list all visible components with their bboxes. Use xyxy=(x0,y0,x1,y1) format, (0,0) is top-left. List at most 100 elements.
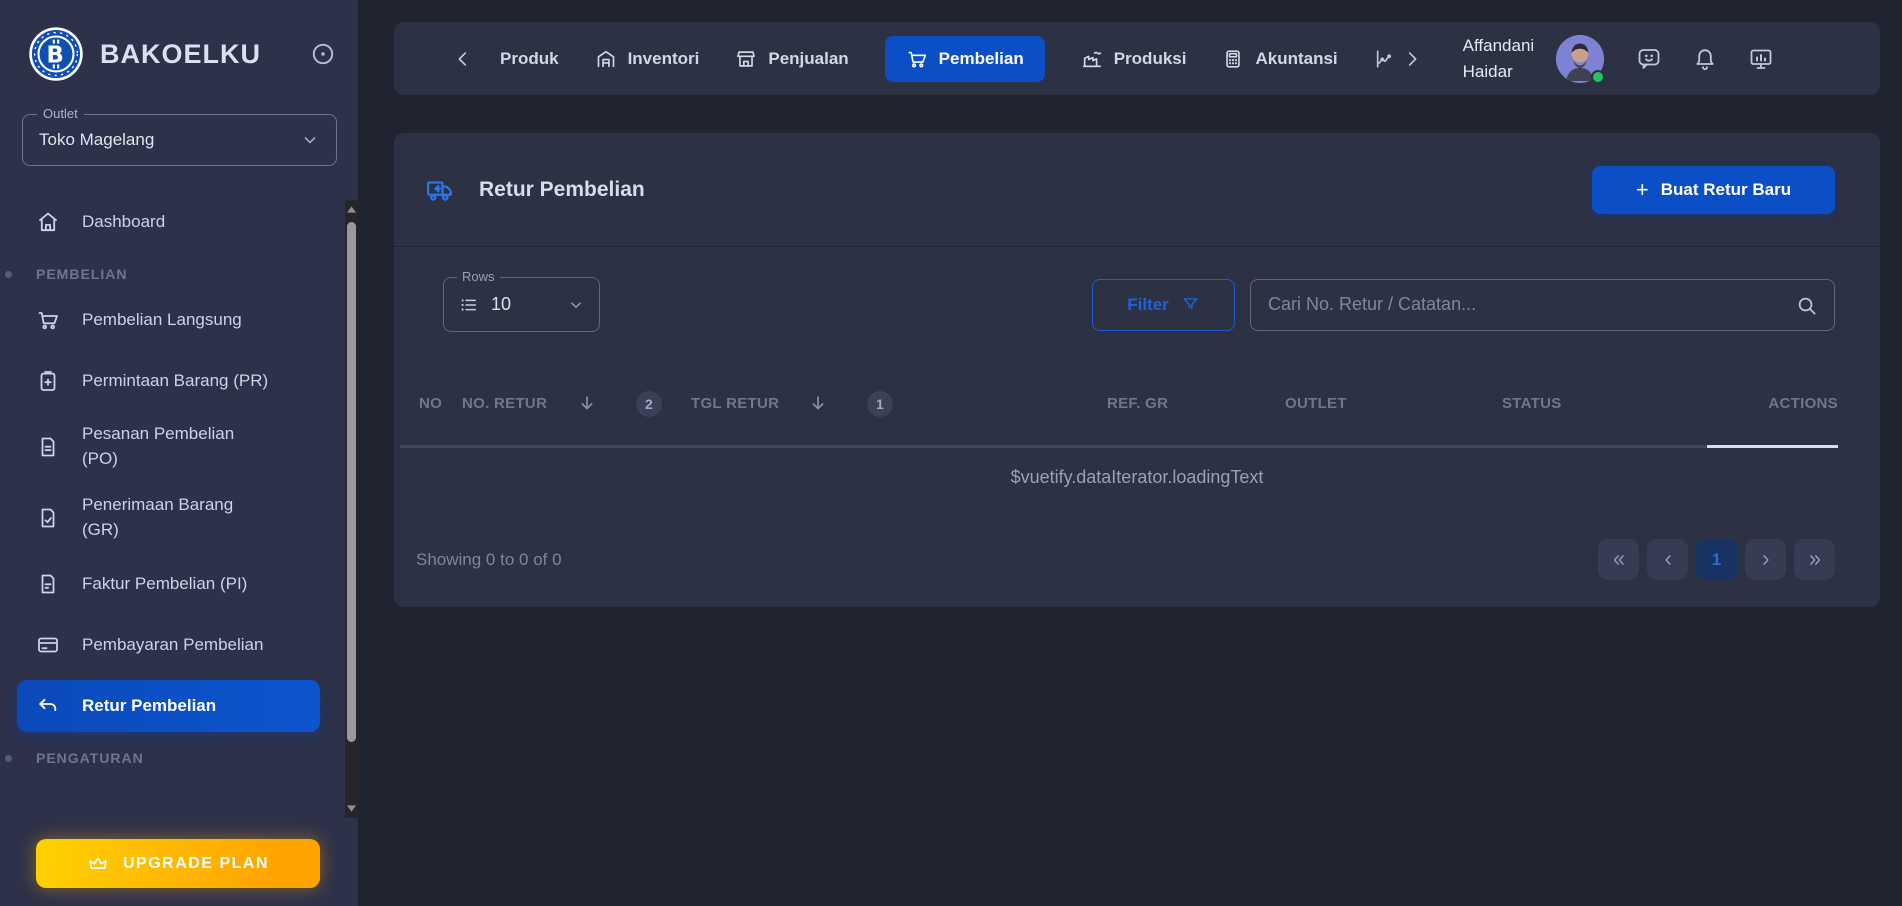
section-label: PENGATURAN xyxy=(36,750,144,766)
sidebar-nav: Dashboard PEMBELIAN Pembelian Langsung P… xyxy=(0,196,358,766)
filter-button[interactable]: Filter xyxy=(1092,279,1235,331)
rows-label: Rows xyxy=(457,269,500,284)
tab-label: Produk xyxy=(500,49,559,69)
tab-inventori[interactable]: Inventori xyxy=(595,48,700,70)
sidebar-item-label: Permintaan Barang (PR) xyxy=(82,371,268,391)
display-monitor-icon[interactable] xyxy=(1748,46,1774,72)
user-first-name: Affandani xyxy=(1463,33,1535,59)
credit-card-icon xyxy=(36,633,60,657)
sidebar-item-label: Faktur Pembelian (PI) xyxy=(82,574,247,594)
tab-akuntansi[interactable]: Akuntansi xyxy=(1222,48,1337,70)
plus-icon: + xyxy=(1636,177,1649,203)
sidebar-section-pembelian: PEMBELIAN xyxy=(17,266,320,282)
first-page-button[interactable] xyxy=(1598,539,1639,580)
brand-name: BAKOELKU xyxy=(100,39,261,70)
user-last-name: Haidar xyxy=(1463,59,1535,85)
tab-produk[interactable]: Produk xyxy=(500,49,559,69)
column-no-retur[interactable]: NO. RETUR xyxy=(462,395,547,412)
tabs-scroll-left-icon[interactable] xyxy=(452,48,474,70)
tab-produksi[interactable]: Produksi xyxy=(1081,48,1187,70)
crown-icon xyxy=(87,853,109,875)
sidebar-item-label: Penerimaan Barang (GR) xyxy=(82,493,274,542)
sort-order-badge: 1 xyxy=(867,391,893,417)
search-box xyxy=(1250,279,1835,331)
tab-label: Penjualan xyxy=(768,49,848,69)
table-header-row: NO NO. RETUR 2 TGL RETUR 1 REF. GR OUTLE… xyxy=(394,385,1880,425)
chart-tab-clipped-icon[interactable] xyxy=(1374,48,1391,70)
sidebar-item-pembelian-langsung[interactable]: Pembelian Langsung xyxy=(17,294,320,346)
user-name[interactable]: Affandani Haidar xyxy=(1463,33,1535,84)
top-navbar: Produk Inventori Penjualan Pembelian Pro… xyxy=(394,22,1880,95)
cart-icon xyxy=(36,308,60,332)
warehouse-icon xyxy=(595,48,617,70)
column-outlet[interactable]: OUTLET xyxy=(1285,395,1347,412)
retur-pembelian-card: Retur Pembelian + Buat Retur Baru Rows 1… xyxy=(394,133,1880,607)
calculator-icon xyxy=(1222,48,1244,70)
outlet-value: Toko Magelang xyxy=(39,130,154,150)
next-page-button[interactable] xyxy=(1745,539,1786,580)
chevron-down-icon xyxy=(567,296,585,314)
sidebar-item-label: Retur Pembelian xyxy=(82,696,216,716)
sidebar-item-permintaan-barang[interactable]: Permintaan Barang (PR) xyxy=(17,355,320,407)
last-page-button[interactable] xyxy=(1794,539,1835,580)
tab-label: Pembelian xyxy=(939,49,1024,69)
sidebar: B BAKOELKU Outlet Toko Magelang Dashboar… xyxy=(0,0,358,906)
rows-value: 10 xyxy=(491,294,511,315)
truck-return-icon xyxy=(425,175,455,205)
chevron-down-icon xyxy=(300,130,320,150)
sidebar-item-label: Pembayaran Pembelian xyxy=(82,635,263,655)
tab-label: Produksi xyxy=(1114,49,1187,69)
rows-per-page-select[interactable]: Rows 10 xyxy=(443,277,600,332)
outlet-select[interactable]: Outlet Toko Magelang xyxy=(22,114,337,166)
search-input[interactable] xyxy=(1251,280,1834,330)
pagination: 1 xyxy=(1598,539,1835,580)
document-check-icon xyxy=(36,506,60,530)
sidebar-item-penerimaan-barang[interactable]: Penerimaan Barang (GR) xyxy=(17,487,320,549)
sort-desc-icon[interactable] xyxy=(576,392,598,414)
feedback-chat-icon[interactable] xyxy=(1636,46,1662,72)
sidebar-item-label: Pesanan Pembelian (PO) xyxy=(82,422,274,471)
sidebar-item-pesanan-pembelian[interactable]: Pesanan Pembelian (PO) xyxy=(17,416,320,478)
cart-icon xyxy=(906,48,928,70)
sidebar-pin-icon[interactable] xyxy=(310,41,336,67)
column-status[interactable]: STATUS xyxy=(1502,395,1562,412)
document-invoice-icon xyxy=(36,572,60,596)
create-retur-button[interactable]: + Buat Retur Baru xyxy=(1592,166,1835,214)
current-page-button[interactable]: 1 xyxy=(1696,539,1737,580)
sidebar-item-label: Pembelian Langsung xyxy=(82,310,242,330)
svg-text:B: B xyxy=(46,42,63,68)
storefront-icon xyxy=(735,48,757,70)
sort-desc-icon[interactable] xyxy=(807,392,829,414)
column-actions[interactable]: ACTIONS xyxy=(1768,395,1838,412)
tabs-scroll-right-icon[interactable] xyxy=(1401,48,1423,70)
scroll-up-icon[interactable] xyxy=(345,202,358,217)
sidebar-item-dashboard[interactable]: Dashboard xyxy=(17,196,320,248)
pagination-summary: Showing 0 to 0 of 0 xyxy=(416,550,562,570)
scrollbar-thumb[interactable] xyxy=(347,222,356,742)
home-icon xyxy=(36,210,60,234)
column-ref-gr[interactable]: REF. GR xyxy=(1107,395,1168,412)
sidebar-item-retur-pembelian[interactable]: Retur Pembelian xyxy=(17,680,320,732)
sidebar-section-pengaturan: PENGATURAN xyxy=(17,750,320,766)
tab-penjualan[interactable]: Penjualan xyxy=(735,48,848,70)
outlet-label: Outlet xyxy=(37,106,84,121)
progress-indicator xyxy=(1707,445,1838,448)
notifications-bell-icon[interactable] xyxy=(1692,46,1718,72)
section-dot-icon xyxy=(5,755,12,762)
column-no[interactable]: NO xyxy=(419,395,442,412)
scroll-down-icon[interactable] xyxy=(345,801,358,816)
previous-page-button[interactable] xyxy=(1647,539,1688,580)
user-avatar[interactable] xyxy=(1556,35,1604,83)
column-tgl-retur[interactable]: TGL RETUR xyxy=(691,395,779,412)
tab-label: Akuntansi xyxy=(1255,49,1337,69)
sidebar-item-label: Dashboard xyxy=(82,212,165,232)
sidebar-item-pembayaran-pembelian[interactable]: Pembayaran Pembelian xyxy=(17,619,320,671)
sidebar-scrollbar[interactable] xyxy=(345,200,358,818)
search-icon[interactable] xyxy=(1795,294,1818,317)
sidebar-item-faktur-pembelian[interactable]: Faktur Pembelian (PI) xyxy=(17,558,320,610)
online-status-dot xyxy=(1591,70,1605,84)
tab-pembelian-active[interactable]: Pembelian xyxy=(885,36,1045,82)
return-arrow-icon xyxy=(36,694,60,718)
upgrade-plan-button[interactable]: UPGRADE PLAN xyxy=(36,839,320,888)
loading-progress-bar xyxy=(400,445,1838,448)
